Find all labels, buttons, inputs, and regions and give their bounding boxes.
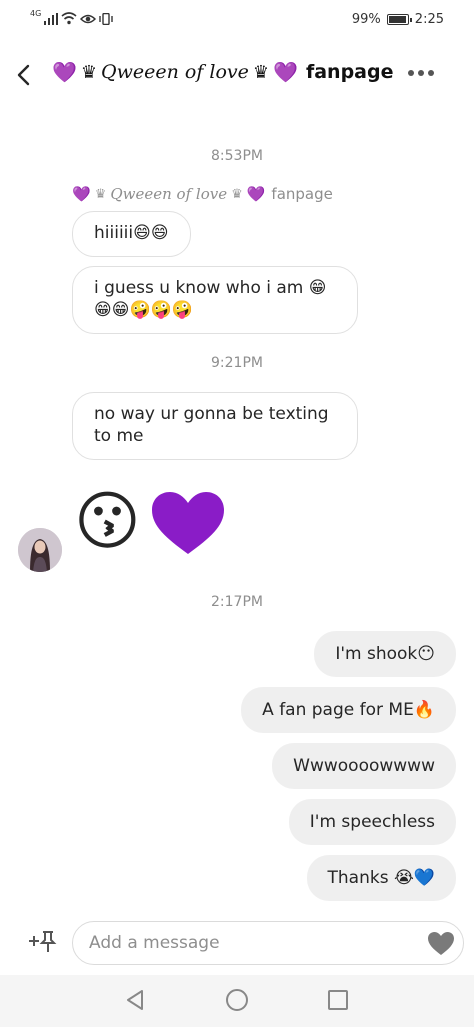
battery-icon <box>386 14 412 25</box>
nav-recent-apps-icon[interactable] <box>328 990 348 1010</box>
nav-home-icon[interactable] <box>226 989 248 1011</box>
status-icons-right: 99% 2:25 <box>352 12 444 27</box>
sender-name-suffix: fanpage <box>271 185 333 203</box>
status-bar: 4G 99% 2:25 <box>0 0 474 40</box>
incoming-message[interactable]: i guess u know who i am 😁 😁😁🤪🤪🤪 <box>72 266 358 334</box>
outgoing-message[interactable]: I'm speechless <box>288 799 456 845</box>
timestamp: 8:53PM <box>211 148 263 164</box>
more-options-button[interactable] <box>408 70 434 76</box>
incoming-message[interactable]: no way ur gonna be texting to me <box>72 392 358 460</box>
heart-icon <box>428 932 454 955</box>
crown-icon: ♛ <box>80 61 98 83</box>
crown-icon: ♛ <box>94 186 107 202</box>
clock: 2:25 <box>414 12 444 27</box>
status-icons-left: 4G <box>30 9 113 25</box>
purple-heart-icon: 💜 <box>246 185 266 203</box>
dot-icon <box>418 70 424 76</box>
timestamp: 9:21PM <box>211 355 263 371</box>
wifi-icon <box>61 12 77 25</box>
kiss-emoji[interactable]: 😗 <box>74 490 141 554</box>
avatar[interactable] <box>18 528 62 572</box>
timestamp: 2:17PM <box>211 594 263 610</box>
plus-pin-icon <box>29 931 57 952</box>
back-button[interactable] <box>10 58 38 92</box>
attach-button[interactable] <box>27 928 57 954</box>
dot-icon <box>408 70 414 76</box>
battery-fill <box>388 16 406 23</box>
outgoing-message[interactable]: Wwwoooowwww <box>272 743 456 789</box>
message-input[interactable] <box>89 930 409 956</box>
chat-title[interactable]: 💜 ♛ Qweeen of love ♛ 💜 fanpage <box>52 60 393 84</box>
crown-icon: ♛ <box>252 61 270 83</box>
avatar-image <box>18 528 62 572</box>
sender-name-script: Qweeen of love <box>110 185 228 203</box>
purple-heart-icon: 💜 <box>273 60 298 84</box>
outgoing-message[interactable]: I'm shook😶 <box>314 631 456 677</box>
vibrate-icon <box>99 12 113 25</box>
message-composer <box>72 921 464 965</box>
nav-back-icon[interactable] <box>124 989 146 1011</box>
network-type: 4G <box>30 9 42 18</box>
chevron-left-icon <box>17 64 30 86</box>
purple-heart-icon[interactable] <box>150 490 226 556</box>
like-button[interactable] <box>427 931 455 957</box>
chat-header: 💜 ♛ Qweeen of love ♛ 💜 fanpage <box>0 50 474 100</box>
sender-name: 💜 ♛ Qweeen of love ♛ 💜 fanpage <box>72 185 333 203</box>
outgoing-message[interactable]: Thanks 😭💙 <box>306 855 456 901</box>
purple-heart-icon: 💜 <box>52 60 77 84</box>
system-nav-bar <box>0 975 474 1027</box>
chat-title-script: Qweeen of love <box>101 61 249 83</box>
battery-percent: 99% <box>351 12 381 27</box>
crown-icon: ♛ <box>231 186 243 202</box>
dot-icon <box>428 70 434 76</box>
chat-title-suffix: fanpage <box>305 61 394 83</box>
eye-icon <box>80 14 97 23</box>
purple-heart-icon: 💜 <box>72 185 91 203</box>
signal-icon <box>44 12 59 25</box>
incoming-message[interactable]: hiiiiii😄😄 <box>72 211 191 257</box>
outgoing-message[interactable]: A fan page for ME🔥 <box>241 687 456 733</box>
